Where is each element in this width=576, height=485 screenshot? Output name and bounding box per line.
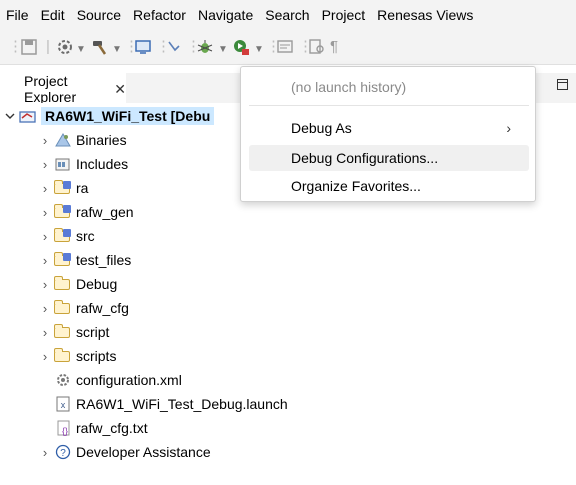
folder-icon [54, 276, 72, 292]
menu-navigate[interactable]: Navigate [192, 7, 259, 23]
tree-item[interactable]: › ra [38, 176, 88, 200]
chevron-right-icon[interactable]: › [38, 277, 52, 292]
tree-item-label: test_files [76, 252, 132, 268]
tree-item[interactable]: › test_files [38, 248, 131, 272]
tree-item-label: rafw_cfg [76, 300, 129, 316]
tree-item[interactable]: › rafw_gen [38, 200, 134, 224]
text-file-icon: {} [54, 420, 72, 436]
chevron-right-icon[interactable]: › [38, 301, 52, 316]
tree-item-label: Developer Assistance [76, 444, 211, 460]
debug-dropdown-icon[interactable]: ▼ [218, 41, 228, 59]
chevron-right-icon[interactable]: › [38, 229, 52, 244]
tree-root-label: RA6W1_WiFi_Test [Debu [41, 107, 215, 125]
save-icon[interactable] [20, 38, 38, 61]
tree-item[interactable]: › rafw_cfg [38, 296, 129, 320]
source-folder-icon [54, 204, 72, 220]
tree-item-label: src [76, 228, 95, 244]
menu-item-organize-favorites[interactable]: Organize Favorites... [249, 173, 529, 199]
tree-item-label: RA6W1_WiFi_Test_Debug.launch [76, 396, 288, 412]
config-file-icon [54, 372, 72, 388]
includes-icon [54, 156, 72, 172]
menu-edit[interactable]: Edit [35, 7, 71, 23]
tree-item[interactable]: › Debug [38, 272, 117, 296]
source-folder-icon [54, 252, 72, 268]
menu-item-label: Debug As [291, 120, 352, 136]
build-icon[interactable] [56, 38, 74, 61]
tree-item[interactable]: › scripts [38, 344, 116, 368]
folder-icon [54, 324, 72, 340]
svg-text:{}: {} [62, 426, 68, 436]
tree-item[interactable]: › src [38, 224, 95, 248]
chevron-right-icon[interactable]: › [38, 181, 52, 196]
folder-icon [54, 300, 72, 316]
chevron-right-icon[interactable]: › [38, 205, 52, 220]
menu-item-no-launch-history: (no launch history) [291, 79, 407, 95]
tree-item-label: configuration.xml [76, 372, 182, 388]
chevron-right-icon: › [506, 120, 511, 136]
run-dropdown-icon[interactable]: ▼ [254, 41, 264, 59]
tree-item-label: rafw_cfg.txt [76, 420, 148, 436]
help-icon: ? [54, 444, 72, 460]
menu-search[interactable]: Search [259, 7, 315, 23]
tree-item-label: Debug [76, 276, 118, 292]
show-whitespace-icon[interactable]: ¶ [330, 38, 338, 56]
connect-icon[interactable] [166, 38, 182, 61]
tab-project-explorer[interactable]: Project Explorer ✕ [0, 73, 126, 105]
chevron-right-icon[interactable]: › [38, 157, 52, 172]
menu-bar: File Edit Source Refactor Navigate Searc… [0, 0, 576, 30]
project-icon [19, 108, 37, 124]
debug-icon[interactable] [196, 38, 214, 61]
tree-item[interactable]: x RA6W1_WiFi_Test_Debug.launch [52, 392, 288, 416]
open-type-icon[interactable] [276, 38, 294, 61]
close-icon[interactable]: ✕ [114, 81, 126, 98]
launch-file-icon: x [54, 396, 72, 412]
tree-item-label: Binaries [76, 132, 127, 148]
tree-item[interactable]: › Binaries [38, 128, 127, 152]
main-toolbar: ⋮ | ▼ ▼ ⋮ ⋮ ⋮ ▼ ▼ ⋮ ⋮ ¶ [0, 30, 576, 65]
hammer-icon[interactable] [90, 38, 110, 61]
run-icon[interactable] [232, 38, 252, 61]
menu-separator [249, 105, 529, 106]
tree-item-label: scripts [76, 348, 117, 364]
menu-refactor[interactable]: Refactor [127, 7, 192, 23]
menu-file[interactable]: File [0, 7, 35, 23]
debug-dropdown-menu: (no launch history) Debug As › Debug Con… [240, 66, 536, 202]
menu-item-debug-as[interactable]: Debug As › [249, 115, 529, 141]
hammer-dropdown-icon[interactable]: ▼ [112, 41, 122, 59]
chevron-right-icon[interactable]: › [38, 253, 52, 268]
chevron-right-icon[interactable]: › [38, 445, 52, 460]
chevron-right-icon[interactable]: › [38, 133, 52, 148]
svg-text:?: ? [60, 448, 66, 459]
menu-renesas-views[interactable]: Renesas Views [371, 7, 479, 23]
tree-item[interactable]: › Includes [38, 152, 128, 176]
tree-item[interactable]: {} rafw_cfg.txt [52, 416, 148, 440]
svg-text:x: x [61, 400, 66, 410]
maximize-icon[interactable] [557, 79, 568, 90]
folder-icon [54, 348, 72, 364]
tree-item-label: rafw_gen [76, 204, 134, 220]
source-folder-icon [54, 180, 72, 196]
tree-root-item[interactable]: RA6W1_WiFi_Test [Debu [5, 104, 215, 128]
chevron-right-icon[interactable]: › [38, 325, 52, 340]
tree-item[interactable]: configuration.xml [52, 368, 182, 392]
menu-source[interactable]: Source [71, 7, 127, 23]
tree-item-label: Includes [76, 156, 129, 172]
menu-item-debug-configurations[interactable]: Debug Configurations... [249, 145, 529, 171]
toolbar-separator: | [46, 38, 50, 55]
chevron-right-icon[interactable]: › [38, 349, 52, 364]
search-icon[interactable] [308, 38, 326, 61]
chevron-down-icon[interactable] [3, 109, 17, 124]
build-dropdown-icon[interactable]: ▼ [76, 41, 86, 59]
tree-item-label: ra [76, 180, 89, 196]
tab-label: Project Explorer [24, 73, 77, 105]
tree-item[interactable]: › script [38, 320, 109, 344]
source-folder-icon [54, 228, 72, 244]
menu-project[interactable]: Project [316, 7, 372, 23]
tree-item-label: script [76, 324, 110, 340]
binaries-icon [54, 132, 72, 148]
terminal-icon[interactable] [134, 38, 152, 61]
tree-item[interactable]: › ? Developer Assistance [38, 440, 211, 464]
